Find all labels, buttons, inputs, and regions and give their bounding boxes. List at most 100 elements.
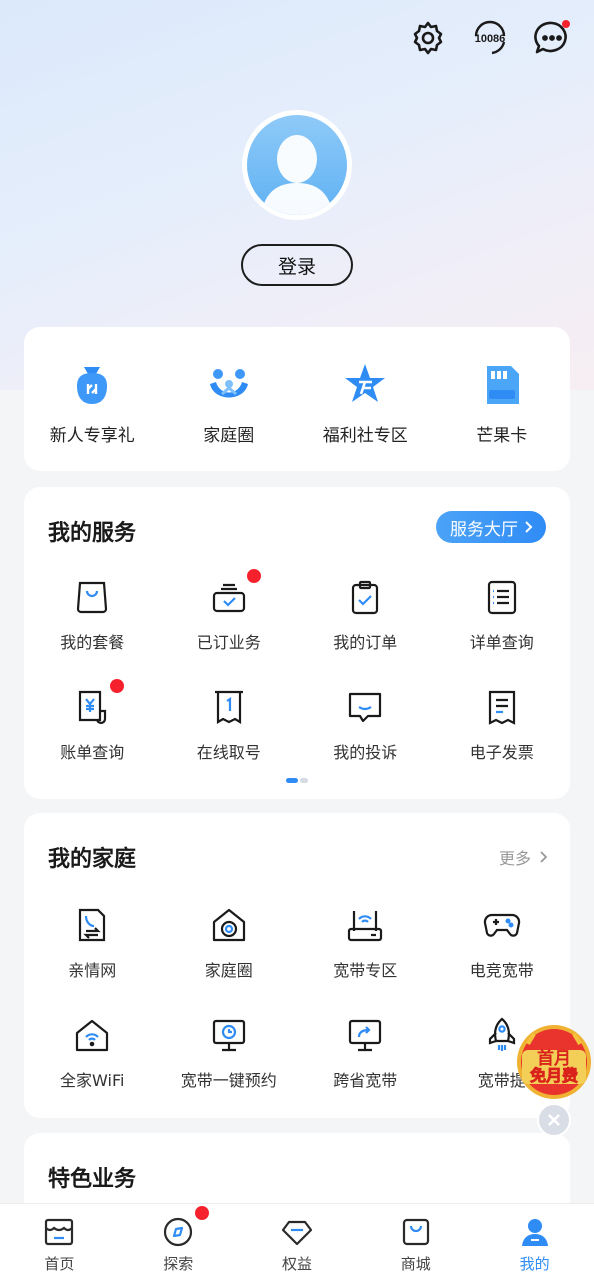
invoice-icon — [482, 687, 522, 727]
gamepad-icon — [482, 905, 522, 945]
quick-link-label: 家庭圈 — [203, 426, 255, 446]
page-dot — [300, 778, 308, 783]
family-item-home-wifi[interactable]: 全家WiFi — [24, 1015, 161, 1125]
my-services-card: 我的服务 服务大厅 我的套餐 已订业务 我的订单 详单查询 账单查询 在线取号 … — [24, 487, 570, 799]
quick-link-family-circle[interactable]: 家庭圈 — [161, 327, 298, 471]
family-item-cross-province-broadband[interactable]: 跨省宽带 — [297, 1015, 434, 1125]
message-badge — [562, 20, 570, 28]
login-button[interactable]: 登录 — [241, 244, 353, 286]
tab-benefits[interactable]: 权益 — [238, 1204, 357, 1280]
service-hall-button[interactable]: 服务大厅 — [436, 511, 546, 543]
tab-home[interactable]: 首页 — [0, 1204, 119, 1280]
family-item-kinship-net[interactable]: 亲情网 — [24, 905, 161, 1015]
monitor-share-icon — [345, 1015, 385, 1055]
tab-mall[interactable]: 商城 — [356, 1204, 475, 1280]
service-item-my-plan[interactable]: 我的套餐 — [24, 577, 161, 687]
ticket-number-icon — [209, 687, 249, 727]
shopping-bag-icon — [398, 1214, 434, 1250]
tab-label: 我的 — [519, 1255, 550, 1273]
services-title: 我的服务 — [48, 521, 137, 546]
family-item-broadband-booking[interactable]: 宽带一键预约 — [161, 1015, 298, 1125]
home-camera-icon — [209, 905, 249, 945]
quick-link-welfare-zone[interactable]: 福利社专区 — [297, 327, 434, 471]
family-item-label: 亲情网 — [68, 961, 117, 980]
default-avatar-icon — [247, 115, 347, 215]
diamond-icon — [279, 1214, 315, 1250]
chevron-right-icon — [525, 521, 533, 533]
bill-yuan-icon — [72, 687, 112, 727]
tab-label: 商城 — [400, 1255, 431, 1273]
phone-transfer-icon — [72, 905, 112, 945]
quick-link-newcomer-gift[interactable]: 新人专享礼 — [24, 327, 161, 471]
subscribed-icon — [209, 577, 249, 617]
tab-label: 首页 — [44, 1255, 75, 1273]
family-grid: 亲情网 家庭圈 宽带专区 电竞宽带 全家WiFi 宽带一键预约 跨省宽带 宽带提 — [24, 905, 570, 1125]
promo-floating-badge[interactable]: 首月 免月费 — [514, 1020, 594, 1100]
hotline-10086-icon[interactable]: 10086 — [470, 18, 510, 58]
service-item-subscribed[interactable]: 已订业务 — [161, 569, 298, 687]
service-item-label: 我的套餐 — [60, 633, 125, 652]
user-icon — [517, 1214, 553, 1250]
promo-close-button[interactable] — [537, 1103, 571, 1137]
services-grid: 我的套餐 已订业务 我的订单 详单查询 账单查询 在线取号 我的投诉 电子发票 — [24, 569, 571, 797]
chevron-right-icon — [540, 851, 548, 863]
service-item-detail-query[interactable]: 详单查询 — [434, 577, 571, 687]
clipboard-check-icon — [345, 577, 385, 617]
top-toolbar: 10086 — [408, 18, 572, 58]
service-item-label: 账单查询 — [60, 743, 125, 762]
complaint-icon — [345, 687, 385, 727]
gift-bag-icon — [68, 361, 116, 409]
family-item-label: 全家WiFi — [60, 1071, 125, 1090]
family-item-broadband-zone[interactable]: 宽带专区 — [297, 905, 434, 1015]
service-item-label: 我的订单 — [333, 633, 398, 652]
home-wifi-icon — [72, 1015, 112, 1055]
family-item-label: 跨省宽带 — [333, 1071, 398, 1090]
tab-label: 权益 — [281, 1255, 312, 1273]
more-label: 更多 — [498, 849, 531, 868]
service-item-my-orders[interactable]: 我的订单 — [297, 577, 434, 687]
router-icon — [345, 905, 385, 945]
family-item-family-circle[interactable]: 家庭圈 — [161, 905, 298, 1015]
home-store-icon — [41, 1214, 77, 1250]
service-item-label: 已订业务 — [196, 633, 261, 652]
monitor-clock-icon — [209, 1015, 249, 1055]
settings-icon[interactable] — [408, 18, 448, 58]
list-doc-icon — [482, 577, 522, 617]
promo-line2: 免月费 — [530, 1066, 578, 1085]
service-item-label: 电子发票 — [469, 743, 534, 762]
avatar[interactable] — [242, 110, 352, 220]
page-dot-active — [286, 778, 298, 783]
sim-card-icon — [478, 361, 526, 409]
quick-link-mango-card[interactable]: 芒果卡 — [434, 327, 571, 471]
service-item-complaint[interactable]: 我的投诉 — [297, 687, 434, 797]
my-family-card: 我的家庭 更多 亲情网 家庭圈 宽带专区 电竞宽带 全家WiFi 宽带一键预约 … — [24, 813, 570, 1118]
tab-label: 探索 — [163, 1255, 194, 1273]
explore-badge — [194, 1206, 209, 1220]
service-item-e-invoice[interactable]: 电子发票 — [434, 687, 571, 797]
family-title: 我的家庭 — [48, 847, 137, 872]
services-page-indicator — [286, 778, 308, 783]
bill-badge — [110, 679, 124, 693]
service-item-online-ticket[interactable]: 在线取号 — [161, 687, 298, 797]
compass-icon — [160, 1214, 196, 1250]
quick-links-card: 新人专享礼 家庭圈 福利社专区 芒果卡 — [24, 327, 570, 471]
bottom-tab-bar: 首页 探索 权益 商城 我的 — [0, 1203, 594, 1280]
tab-mine[interactable]: 我的 — [475, 1204, 594, 1280]
service-item-bill-query[interactable]: 账单查询 — [24, 679, 161, 797]
family-item-label: 电竞宽带 — [469, 961, 534, 980]
bag-icon — [72, 577, 112, 617]
family-more-link[interactable]: 更多 — [499, 845, 548, 869]
tab-explore[interactable]: 探索 — [119, 1204, 238, 1280]
quick-link-label: 芒果卡 — [476, 426, 528, 446]
star-welfare-icon — [341, 361, 389, 409]
family-icon — [205, 361, 253, 409]
close-icon — [548, 1114, 560, 1126]
messages-icon[interactable] — [532, 18, 572, 58]
quick-link-label: 福利社专区 — [322, 426, 408, 446]
family-item-label: 家庭圈 — [204, 961, 253, 980]
hotline-text: 10086 — [475, 33, 506, 45]
family-item-esports-broadband[interactable]: 电竞宽带 — [434, 905, 571, 1015]
service-item-label: 在线取号 — [196, 743, 261, 762]
service-item-label: 我的投诉 — [333, 743, 398, 762]
family-item-label: 宽带一键预约 — [180, 1071, 277, 1090]
